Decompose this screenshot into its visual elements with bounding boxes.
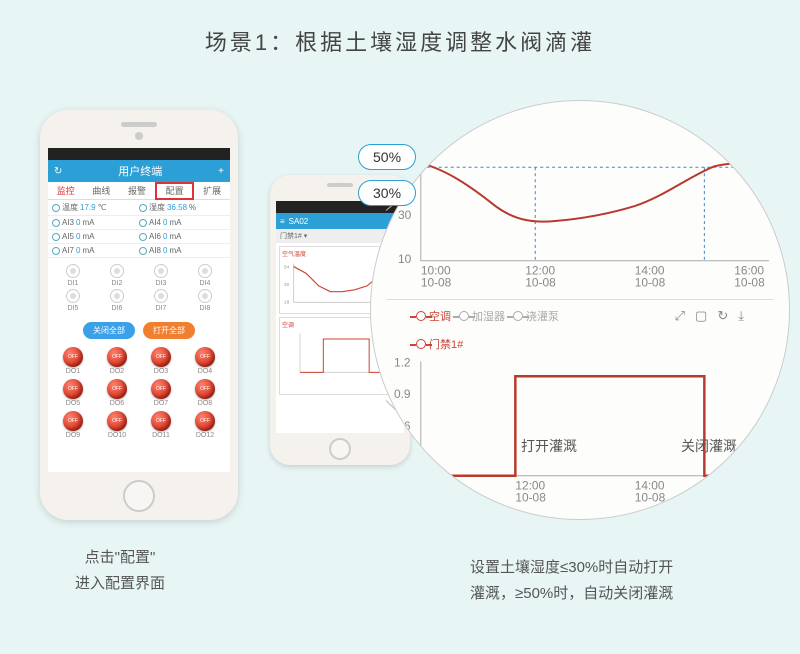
app-header: ↻ 用户终端 + [48, 160, 230, 182]
tab-extend[interactable]: 扩展 [194, 182, 230, 199]
refresh-icon[interactable]: ↻ [717, 308, 728, 324]
svg-text:10-08: 10-08 [515, 491, 546, 505]
di-cell: DI4 [184, 264, 226, 287]
svg-text:0.3: 0.3 [394, 451, 411, 465]
refresh-icon[interactable]: ↻ [54, 166, 62, 177]
do-button[interactable]: OFFDO1 [52, 347, 94, 375]
phone-left-screen: ↻ 用户终端 + 监控 曲线 报警 配置 扩展 温度 17.9 ℃ 湿度 36.… [48, 148, 230, 472]
thermo-icon [52, 204, 60, 212]
svg-text:30: 30 [398, 208, 412, 222]
di-cell: DI7 [140, 289, 182, 312]
do-button[interactable]: OFFDO2 [96, 347, 138, 375]
svg-text:30: 30 [284, 282, 290, 288]
control-buttons: 关闭全部 打开全部 [48, 318, 230, 343]
tab-bar: 监控 曲线 报警 配置 扩展 [48, 182, 230, 200]
di-cell: DI2 [96, 264, 138, 287]
download-icon[interactable]: ⤓ [738, 308, 744, 324]
svg-text:10-08: 10-08 [525, 276, 556, 290]
chart-state: 1.2 0.9 0.6 0.3 0 12:00 10-08 14:00 10-0… [386, 356, 774, 506]
do-button[interactable]: OFFDO5 [52, 379, 94, 407]
page-title: 场景1：根据土壤湿度调整水阀滴灌 [0, 0, 800, 72]
caption-right: 设置土壤湿度≤30%时自动打开 灌溉，≥50%时，自动关闭灌溉 [470, 555, 673, 606]
zoom-lens: 50 30 10 10:00 10-08 12:00 10-08 14:00 1… [370, 100, 790, 520]
svg-text:0: 0 [416, 479, 423, 493]
do-button[interactable]: OFFDO7 [140, 379, 182, 407]
do-button[interactable]: OFFDO4 [184, 347, 226, 375]
di-grid: DI1DI2DI3DI4 DI5DI6DI7DI8 [48, 258, 230, 318]
sensor-row: AI3 0 mAAI4 0 mA [48, 216, 230, 230]
svg-text:10-08: 10-08 [734, 276, 765, 290]
menu-icon[interactable]: ≡ [280, 217, 285, 226]
header2-title: SA02 [289, 217, 309, 226]
app-header2: ≡ SA02 [276, 213, 404, 229]
chart-humidity: 50 30 10 10:00 10-08 12:00 10-08 14:00 1… [386, 151, 774, 291]
tab-monitor[interactable]: 监控 [48, 182, 84, 199]
caption-left: 点击"配置" 进入配置界面 [75, 545, 165, 596]
svg-text:10-08: 10-08 [635, 276, 666, 290]
di-cell: DI6 [96, 289, 138, 312]
svg-text:10-08: 10-08 [421, 276, 452, 290]
expand-icon[interactable]: ⤢ [675, 308, 685, 324]
svg-text:18: 18 [284, 299, 290, 305]
callout-30: 30% [358, 180, 416, 206]
annot-open: 打开灌溉 [521, 436, 577, 456]
annot-close: 关闭灌溉 [681, 436, 737, 456]
home-button[interactable] [329, 438, 351, 460]
chart-legend-2: 门禁1# [386, 336, 774, 356]
svg-text:0.9: 0.9 [394, 387, 411, 401]
di-cell: DI8 [184, 289, 226, 312]
svg-text:1.2: 1.2 [394, 356, 411, 369]
home-button[interactable] [123, 480, 155, 512]
do-button[interactable]: OFFDO11 [140, 411, 182, 439]
phone-left: ↻ 用户终端 + 监控 曲线 报警 配置 扩展 温度 17.9 ℃ 湿度 36.… [40, 110, 238, 520]
do-button[interactable]: OFFDO6 [96, 379, 138, 407]
layers-icon[interactable]: ▢ [695, 308, 707, 324]
tab-alarm[interactable]: 报警 [119, 182, 155, 199]
sensor-row-main: 温度 17.9 ℃ 湿度 36.58 % [48, 200, 230, 216]
statusbar [48, 148, 230, 160]
close-all-button[interactable]: 关闭全部 [83, 322, 135, 339]
humidity-icon [139, 204, 147, 212]
do-button[interactable]: OFFDO8 [184, 379, 226, 407]
sensor-row: AI7 0 mAAI8 0 mA [48, 244, 230, 258]
tab-config[interactable]: 配置 [155, 182, 195, 200]
do-button[interactable]: OFFDO9 [52, 411, 94, 439]
svg-text:0.6: 0.6 [394, 419, 411, 433]
do-grid: OFFDO1OFFDO2OFFDO3OFFDO4OFFDO5OFFDO6OFFD… [48, 343, 230, 443]
do-button[interactable]: OFFDO12 [184, 411, 226, 439]
svg-text:10: 10 [398, 252, 412, 266]
header-title: 用户终端 [62, 163, 218, 179]
callout-50: 50% [358, 144, 416, 170]
di-cell: DI5 [52, 289, 94, 312]
di-cell: DI3 [140, 264, 182, 287]
svg-text:10-08: 10-08 [635, 491, 666, 505]
do-button[interactable]: OFFDO10 [96, 411, 138, 439]
sensor-row: AI5 0 mAAI6 0 mA [48, 230, 230, 244]
chart-legend: 空调 加湿器 浇灌泵 ⤢ ▢ ↻ ⤓ [386, 299, 774, 328]
svg-text:54: 54 [284, 265, 290, 271]
di-cell: DI1 [52, 264, 94, 287]
tab-curve[interactable]: 曲线 [84, 182, 120, 199]
add-icon[interactable]: + [218, 166, 224, 177]
open-all-button[interactable]: 打开全部 [143, 322, 195, 339]
do-button[interactable]: OFFDO3 [140, 347, 182, 375]
